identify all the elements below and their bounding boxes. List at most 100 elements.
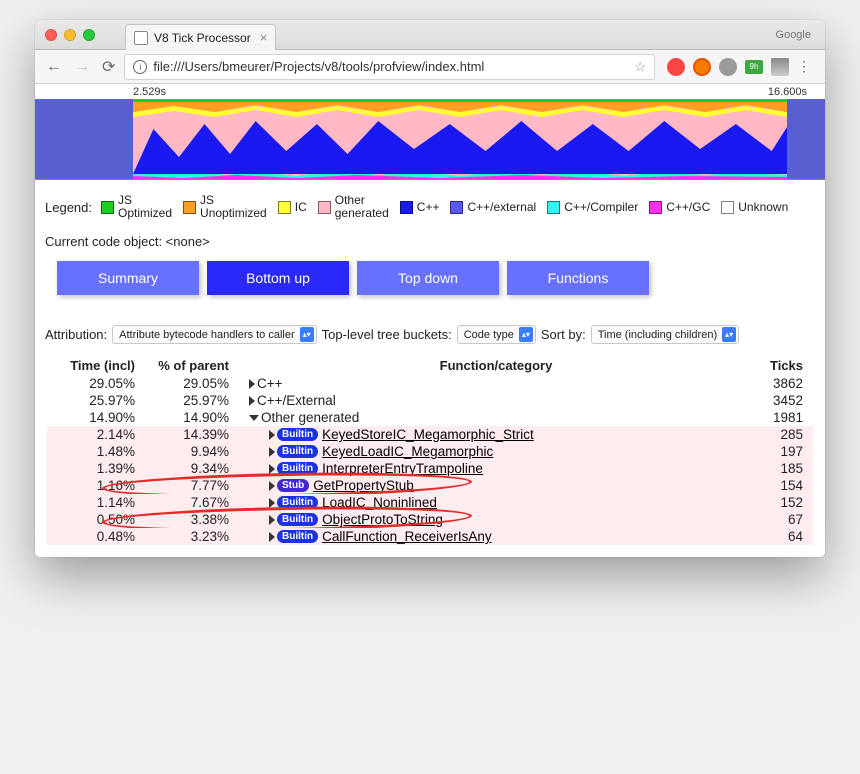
table-row[interactable]: 2.14%14.39%BuiltinKeyedStoreIC_Megamorph…: [47, 426, 813, 443]
expand-icon[interactable]: [269, 464, 275, 474]
ext-icon-3[interactable]: [719, 58, 737, 76]
close-window-button[interactable]: [45, 29, 57, 41]
cell-time: 25.97%: [47, 393, 143, 408]
cell-parent: 14.90%: [143, 410, 249, 425]
legend-text: JSUnoptimized: [200, 194, 267, 220]
expand-icon[interactable]: [269, 532, 275, 542]
legend-swatch: [450, 201, 463, 214]
table-row[interactable]: 0.48%3.23%BuiltinCallFunction_ReceiverIs…: [47, 528, 813, 545]
function-name[interactable]: KeyedLoadIC_Megamorphic: [322, 444, 493, 459]
legend-text: Unknown: [738, 201, 788, 214]
expand-icon[interactable]: [269, 515, 275, 525]
legend-text: Othergenerated: [335, 194, 389, 220]
function-name[interactable]: InterpreterEntryTrampoline: [322, 461, 483, 476]
legend-swatch: [101, 201, 114, 214]
legend-label: Legend:: [45, 200, 92, 215]
code-type-badge: Builtin: [277, 513, 318, 526]
cell-parent: 9.94%: [143, 444, 249, 459]
table-row[interactable]: 1.14%7.67%BuiltinLoadIC_Noninlined152: [47, 494, 813, 511]
cell-function: C++/External: [249, 393, 743, 408]
tab-title: V8 Tick Processor: [154, 31, 251, 45]
table-row[interactable]: 14.90%14.90%Other generated1981: [47, 409, 813, 426]
table-row[interactable]: 1.48%9.94%BuiltinKeyedLoadIC_Megamorphic…: [47, 443, 813, 460]
expand-icon[interactable]: [249, 396, 255, 406]
browser-toolbar: ← → ⟳ i file:///Users/bmeurer/Projects/v…: [35, 50, 825, 84]
expand-icon[interactable]: [269, 481, 275, 491]
expand-icon[interactable]: [249, 379, 255, 389]
url-bar[interactable]: i file:///Users/bmeurer/Projects/v8/tool…: [124, 54, 655, 80]
table-row[interactable]: 1.16%7.77%StubGetPropertyStub154: [47, 477, 813, 494]
sort-select[interactable]: Time (including children)▴▾: [591, 325, 739, 344]
function-name[interactable]: CallFunction_ReceiverIsAny: [322, 529, 492, 544]
view-tab-summary[interactable]: Summary: [57, 261, 199, 295]
legend-item: C++/Compiler: [547, 201, 638, 214]
maximize-window-button[interactable]: [83, 29, 95, 41]
profile-table: Time (incl) % of parent Function/categor…: [35, 352, 825, 557]
cell-time: 1.14%: [47, 495, 143, 510]
table-row[interactable]: 29.05%29.05%C++3862: [47, 375, 813, 392]
code-type-badge: Builtin: [277, 496, 318, 509]
browser-tab[interactable]: V8 Tick Processor ×: [125, 24, 276, 50]
cell-function: Builtin LoadIC_Noninlined: [249, 495, 743, 510]
timeline-start: 2.529s: [133, 86, 166, 98]
legend: Legend: JSOptimizedJSUnoptimizedICOtherg…: [35, 180, 825, 230]
minimize-window-button[interactable]: [64, 29, 76, 41]
site-info-icon[interactable]: i: [133, 60, 147, 74]
cell-function: Builtin KeyedLoadIC_Megamorphic: [249, 444, 743, 459]
cell-ticks: 1981: [743, 410, 813, 425]
cell-time: 0.48%: [47, 529, 143, 544]
legend-item: C++/external: [450, 201, 536, 214]
function-name[interactable]: KeyedStoreIC_Megamorphic_Strict: [322, 427, 534, 442]
expand-icon[interactable]: [269, 430, 275, 440]
timeline-dead-right: [787, 99, 825, 179]
forward-button[interactable]: →: [71, 58, 93, 76]
function-name[interactable]: GetPropertyStub: [313, 478, 414, 493]
reload-button[interactable]: ⟳: [99, 57, 118, 77]
attribution-select[interactable]: Attribute bytecode handlers to caller▴▾: [112, 325, 317, 344]
table-row[interactable]: 0.50%3.38%BuiltinObjectProtoToString67: [47, 511, 813, 528]
function-name: C++/External: [257, 393, 336, 408]
legend-text: C++/GC: [666, 201, 710, 214]
cell-parent: 29.05%: [143, 376, 249, 391]
ext-icon-4[interactable]: 9h: [745, 60, 763, 74]
table-row[interactable]: 1.39%9.34%BuiltinInterpreterEntryTrampol…: [47, 460, 813, 477]
close-tab-icon[interactable]: ×: [260, 30, 268, 45]
expand-icon[interactable]: [269, 498, 275, 508]
cell-ticks: 67: [743, 512, 813, 527]
function-name: Other generated: [261, 410, 359, 425]
ext-icon-2[interactable]: [693, 58, 711, 76]
table-row[interactable]: 25.97%25.97%C++/External3452: [47, 392, 813, 409]
buckets-select[interactable]: Code type▴▾: [457, 325, 536, 344]
function-name[interactable]: ObjectProtoToString: [322, 512, 443, 527]
cell-ticks: 152: [743, 495, 813, 510]
view-tabs: SummaryBottom upTop downFunctions: [35, 253, 825, 303]
view-tab-bottom-up[interactable]: Bottom up: [207, 261, 349, 295]
view-tab-functions[interactable]: Functions: [507, 261, 649, 295]
expand-icon[interactable]: [269, 447, 275, 457]
chevron-updown-icon: ▴▾: [519, 327, 533, 342]
cell-function: Builtin ObjectProtoToString: [249, 512, 743, 527]
function-name[interactable]: LoadIC_Noninlined: [322, 495, 437, 510]
col-time: Time (incl): [47, 358, 143, 373]
timeline[interactable]: 2.529s 16.600s: [35, 84, 825, 180]
cell-time: 1.16%: [47, 478, 143, 493]
legend-swatch: [649, 201, 662, 214]
cell-parent: 3.23%: [143, 529, 249, 544]
window-titlebar: V8 Tick Processor × Google: [35, 20, 825, 50]
col-ticks: Ticks: [743, 358, 813, 373]
timeline-chart: [133, 99, 787, 179]
ext-icon-5[interactable]: [771, 58, 789, 76]
expand-icon[interactable]: [249, 415, 259, 421]
bookmark-icon[interactable]: ☆: [634, 59, 646, 75]
browser-menu-icon[interactable]: ⋮: [797, 58, 811, 75]
legend-text: C++/external: [467, 201, 536, 214]
col-fn: Function/category: [249, 358, 743, 373]
code-type-badge: Builtin: [277, 445, 318, 458]
cell-time: 2.14%: [47, 427, 143, 442]
cell-function: BuiltinKeyedStoreIC_Megamorphic_Strict: [249, 427, 743, 442]
view-tab-top-down[interactable]: Top down: [357, 261, 499, 295]
cell-function: BuiltinInterpreterEntryTrampoline: [249, 461, 743, 476]
ext-icon-1[interactable]: [667, 58, 685, 76]
browser-brand: Google: [776, 29, 811, 41]
back-button[interactable]: ←: [43, 58, 65, 76]
